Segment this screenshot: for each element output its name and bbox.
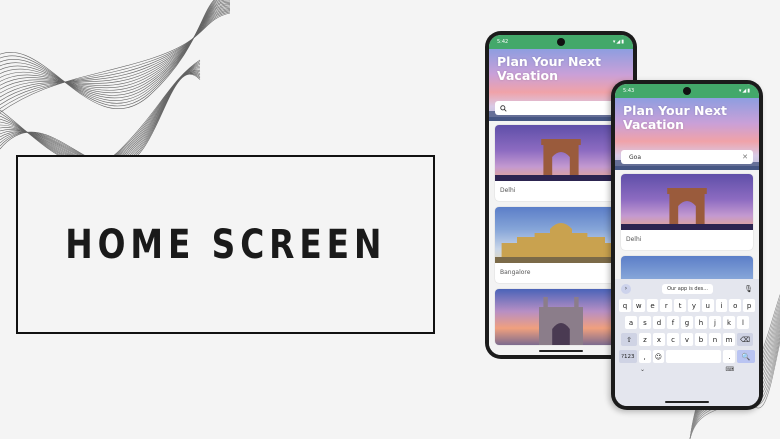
destination-card-delhi[interactable]: Delhi: [621, 174, 753, 250]
key-z[interactable]: z: [639, 333, 651, 346]
key-q[interactable]: q: [619, 299, 631, 312]
camera-hole: [683, 87, 691, 95]
card-label: Bangalore: [500, 269, 531, 276]
microphone-icon[interactable]: 🎙: [744, 285, 753, 293]
card-label: Delhi: [500, 187, 516, 194]
chevron-right-icon[interactable]: ›: [621, 283, 631, 294]
search-bar[interactable]: Goa ✕: [621, 150, 753, 164]
key-u[interactable]: u: [701, 299, 714, 312]
navigation-bar: ⌄ ⌨: [618, 366, 756, 376]
on-screen-keyboard: › Our app is des... 🎙 qwertyuiop asdfghj…: [615, 279, 759, 406]
key-s[interactable]: s: [639, 316, 651, 329]
card-label: Delhi: [626, 236, 642, 243]
keyboard-row-2: asdfghjkl: [618, 316, 756, 329]
key-o[interactable]: o: [729, 299, 742, 312]
key-p[interactable]: p: [743, 299, 755, 312]
search-input[interactable]: Goa: [629, 154, 742, 161]
search-bar[interactable]: [495, 101, 627, 115]
hero-title: Plan Your Next Vacation: [623, 103, 728, 132]
key-j[interactable]: j: [709, 316, 721, 329]
keyboard-row-1: qwertyuiop: [618, 299, 756, 312]
key-k[interactable]: k: [723, 316, 735, 329]
search-enter-key[interactable]: 🔍: [737, 350, 755, 363]
delhi-image: [621, 174, 753, 230]
key-i[interactable]: i: [715, 299, 728, 312]
status-icons: ▾◢▮: [612, 39, 625, 45]
destination-card-hyderabad[interactable]: [495, 289, 627, 345]
key-t[interactable]: t: [674, 299, 686, 312]
key-g[interactable]: g: [681, 316, 693, 329]
hide-keyboard-icon[interactable]: ⌄: [640, 366, 645, 376]
keyboard-toolbar: › Our app is des... 🎙: [618, 282, 756, 295]
key-a[interactable]: a: [625, 316, 637, 329]
keyboard-row-3: ⇧ zxcvbnm ⌫: [618, 333, 756, 346]
status-icons: ▾◢▮: [738, 88, 751, 94]
destination-card-delhi[interactable]: Delhi: [495, 125, 627, 201]
backspace-key[interactable]: ⌫: [737, 333, 753, 346]
slide-title: HOME SCREEN: [64, 221, 387, 268]
key-n[interactable]: n: [709, 333, 721, 346]
hyderabad-image: [495, 289, 627, 345]
key-f[interactable]: f: [667, 316, 679, 329]
status-time: 5:42: [497, 39, 509, 45]
emoji-key[interactable]: ☺: [652, 350, 665, 363]
key-r[interactable]: r: [660, 299, 673, 312]
delhi-image: [495, 125, 627, 181]
camera-hole: [557, 38, 565, 46]
phone-screen-front: 5:43 ▾◢▮ Plan Your Next Vacation Goa ✕ D…: [615, 84, 759, 406]
symbols-key[interactable]: ?123: [619, 350, 637, 363]
bangalore-image: [495, 207, 627, 263]
key-w[interactable]: w: [632, 299, 645, 312]
key-c[interactable]: c: [667, 333, 679, 346]
key-v[interactable]: v: [681, 333, 693, 346]
comma-key[interactable]: ,: [638, 350, 651, 363]
title-frame: HOME SCREEN: [16, 155, 435, 334]
hero-title: Plan Your Next Vacation: [497, 54, 602, 83]
status-time: 5:43: [623, 88, 635, 94]
key-h[interactable]: h: [695, 316, 707, 329]
key-l[interactable]: l: [737, 316, 749, 329]
keyboard-switch-icon[interactable]: ⌨: [725, 366, 734, 376]
home-indicator: [665, 401, 709, 403]
hero-banner: Plan Your Next Vacation Goa ✕: [615, 98, 759, 170]
keyboard-row-4: ?123 , ☺ . 🔍: [618, 350, 756, 363]
key-e[interactable]: e: [646, 299, 659, 312]
period-key[interactable]: .: [723, 350, 736, 363]
shift-key[interactable]: ⇧: [621, 333, 637, 346]
space-key[interactable]: [666, 350, 722, 363]
key-b[interactable]: b: [695, 333, 707, 346]
phone-mockup-front: 5:43 ▾◢▮ Plan Your Next Vacation Goa ✕ D…: [611, 80, 763, 410]
key-x[interactable]: x: [653, 333, 665, 346]
clear-icon[interactable]: ✕: [742, 153, 748, 161]
home-indicator: [539, 350, 583, 352]
destination-card-bangalore[interactable]: Bangalore: [495, 207, 627, 283]
key-m[interactable]: m: [723, 333, 735, 346]
key-d[interactable]: d: [653, 316, 665, 329]
clipboard-suggestion[interactable]: Our app is des...: [662, 283, 714, 294]
search-icon: [500, 104, 507, 112]
key-y[interactable]: y: [688, 299, 700, 312]
